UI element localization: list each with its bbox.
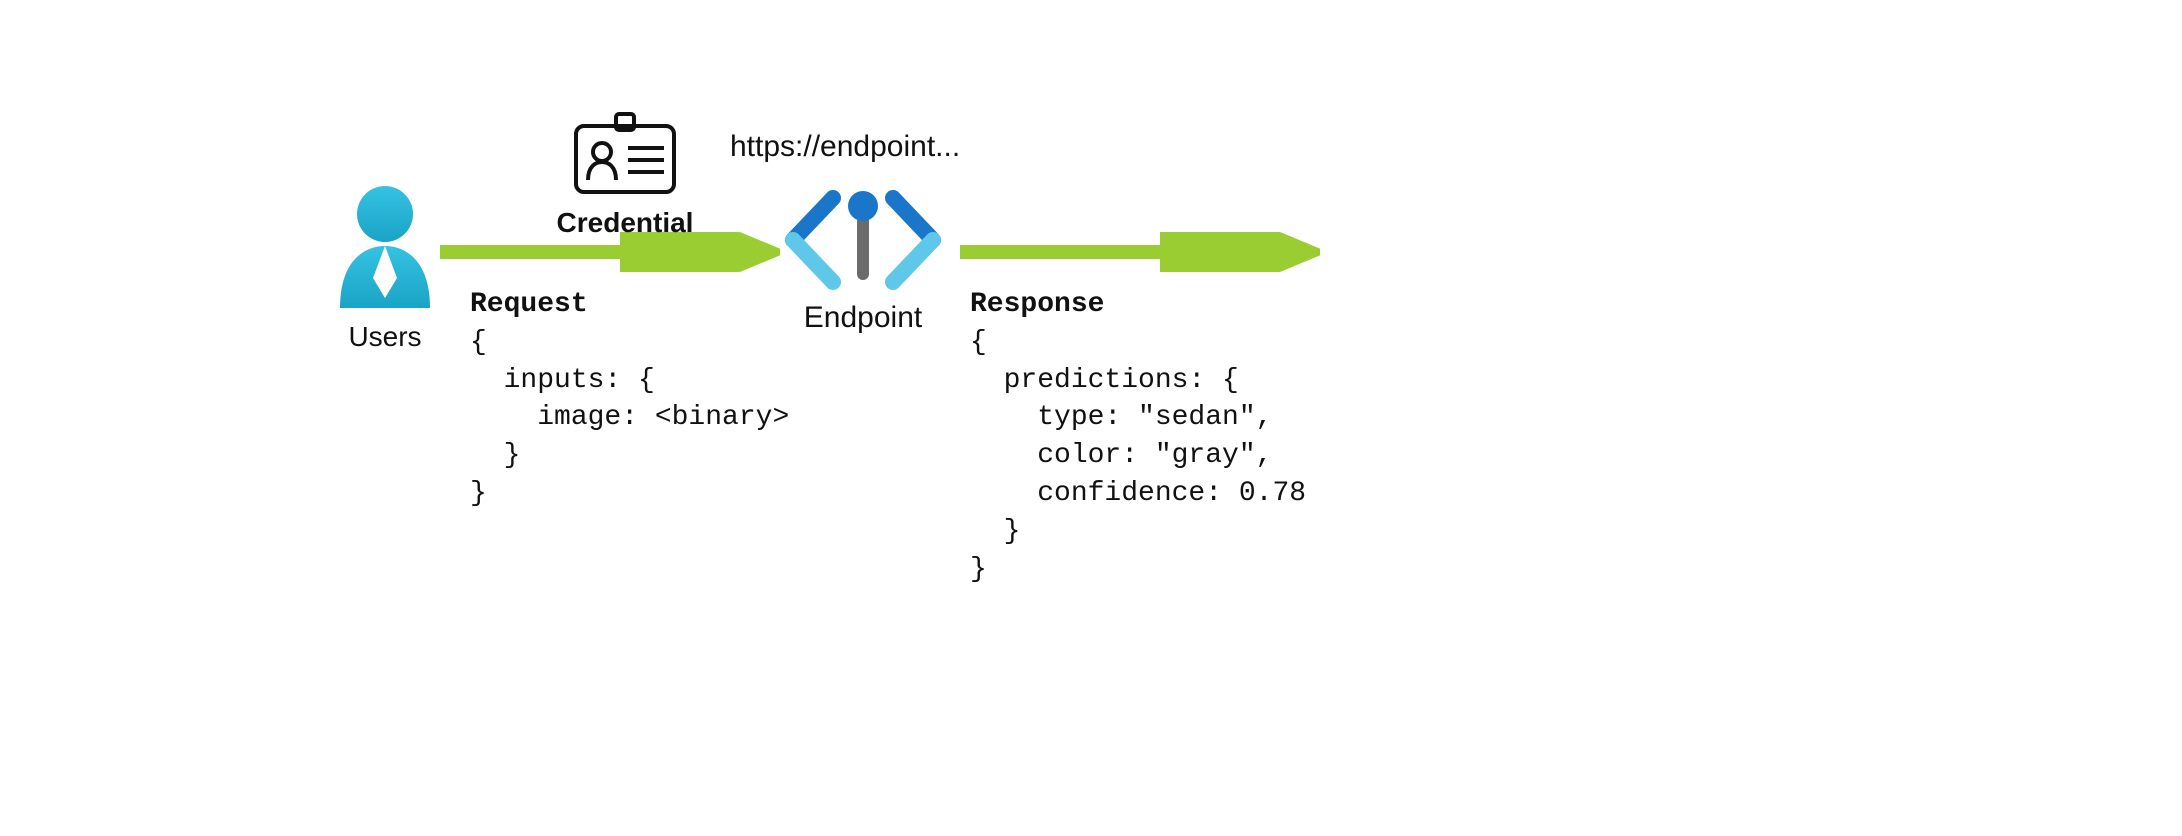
credential-icon bbox=[570, 112, 680, 198]
request-body: { inputs: { image: <binary> } } bbox=[470, 324, 789, 513]
endpoint-label: Endpoint bbox=[768, 301, 958, 335]
credential-label: Credential bbox=[545, 207, 705, 239]
endpoint-node: Endpoint bbox=[768, 190, 958, 335]
response-title: Response bbox=[970, 286, 1306, 324]
diagram-stage: Users Credential https://endpoint... bbox=[0, 0, 2182, 836]
user-icon bbox=[325, 180, 445, 310]
user-label: Users bbox=[320, 321, 450, 353]
credential-node: Credential bbox=[545, 112, 705, 239]
arrow-response bbox=[960, 232, 1320, 272]
request-title: Request bbox=[470, 286, 789, 324]
response-body: { predictions: { type: "sedan", color: "… bbox=[970, 324, 1306, 589]
request-block: Request { inputs: { image: <binary> } } bbox=[470, 286, 789, 513]
response-block: Response { predictions: { type: "sedan",… bbox=[970, 286, 1306, 588]
endpoint-url: https://endpoint... bbox=[730, 130, 960, 164]
user-node: Users bbox=[320, 180, 450, 353]
endpoint-icon bbox=[773, 190, 953, 290]
